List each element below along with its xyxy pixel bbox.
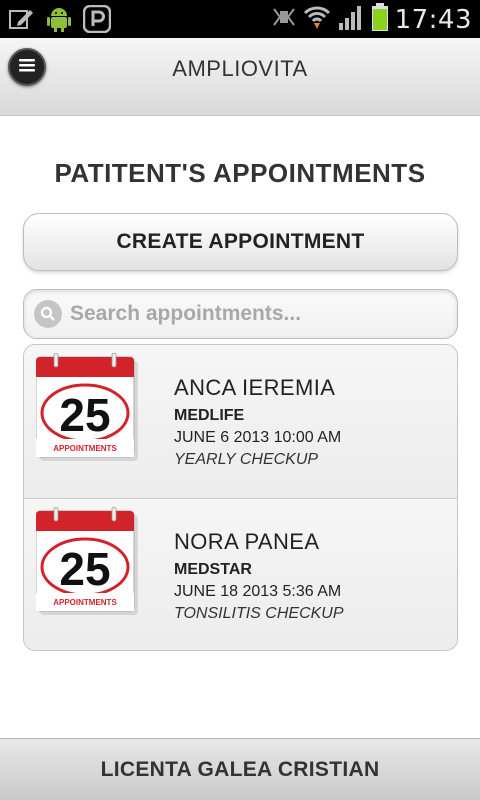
create-appointment-button[interactable]: CREATE APPOINTMENT <box>23 213 458 271</box>
wifi-icon <box>303 4 331 35</box>
appointment-datetime: JUNE 18 2013 5:36 AM <box>174 583 342 600</box>
search-input[interactable] <box>70 302 440 326</box>
android-icon <box>44 4 74 34</box>
clinic-name: MEDSTAR <box>174 561 252 578</box>
appointment-details: NORA PANEA MEDSTAR JUNE 18 2013 5:36 AM … <box>174 529 344 623</box>
signal-icon <box>337 3 365 36</box>
app-title: AMPLIOVITA <box>172 56 308 81</box>
app-header: AMPLIOVITA <box>0 38 480 116</box>
calendar-icon: 25 APPOINTMENTS <box>36 507 138 615</box>
system-icons: 17:43 <box>271 2 472 37</box>
appointments-list: 25 APPOINTMENTS ANCA IEREMIA MEDLIFE JUN… <box>23 344 458 651</box>
appointment-reason: TONSILITIS CHECKUP <box>174 605 344 622</box>
footer: LICENTA GALEA CRISTIAN <box>0 738 480 800</box>
appointment-item[interactable]: 25 APPOINTMENTS NORA PANEA MEDSTAR JUNE … <box>24 498 457 650</box>
page-title: PATITENT'S APPOINTMENTS <box>54 158 426 188</box>
appointment-reason: YEARLY CHECKUP <box>174 451 319 468</box>
clinic-name: MEDLIFE <box>174 407 245 424</box>
svg-text:25: 25 <box>59 543 110 595</box>
battery-icon <box>371 2 389 37</box>
status-bar: 17:43 <box>0 0 480 38</box>
appointment-item[interactable]: 25 APPOINTMENTS ANCA IEREMIA MEDLIFE JUN… <box>24 345 457 498</box>
appointment-details: ANCA IEREMIA MEDLIFE JUNE 6 2013 10:00 A… <box>174 375 341 469</box>
svg-text:APPOINTMENTS: APPOINTMENTS <box>53 444 117 453</box>
search-bar[interactable] <box>23 289 458 339</box>
appointment-datetime: JUNE 6 2013 10:00 AM <box>174 429 342 446</box>
patient-name: NORA PANEA <box>174 529 320 554</box>
notification-icons <box>6 4 112 34</box>
calendar-icon: 25 APPOINTMENTS <box>36 353 138 461</box>
vibrate-icon <box>271 5 297 34</box>
svg-text:25: 25 <box>59 389 110 441</box>
svg-text:APPOINTMENTS: APPOINTMENTS <box>53 598 117 607</box>
edit-icon <box>6 4 36 34</box>
p-app-icon <box>82 4 112 34</box>
patient-name: ANCA IEREMIA <box>174 375 336 400</box>
search-icon <box>34 300 62 328</box>
clock: 17:43 <box>394 4 472 35</box>
